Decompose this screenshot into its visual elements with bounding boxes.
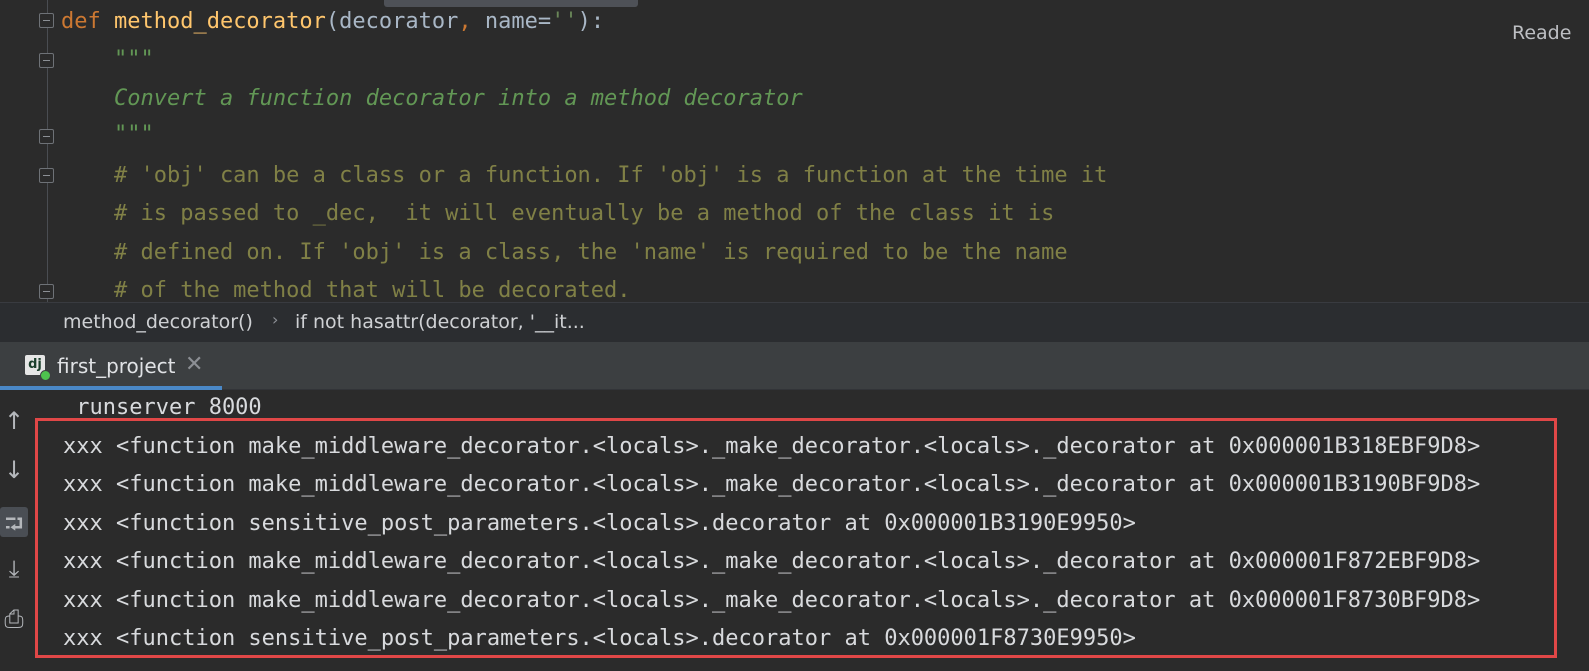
fold-icon[interactable] — [39, 129, 54, 144]
console-line: runserver 8000 — [63, 395, 262, 420]
code-token: method_decorator — [113, 9, 326, 34]
reader-mode-toggle[interactable]: Reade — [1512, 22, 1571, 44]
console-line: xxx <function make_middleware_decorator.… — [63, 472, 1481, 497]
code-line: # is passed to _dec, it will eventually … — [61, 199, 1054, 229]
code-editor[interactable]: def method_decorator(decorator, name='')… — [0, 0, 1589, 302]
soft-wrap-icon[interactable]: ⮒ — [0, 507, 28, 538]
console-line: xxx <function make_middleware_decorator.… — [63, 588, 1481, 613]
run-console[interactable]: ↑ ↓ ⮒ ⤓ ⎙ runserver 8000 xxx <function m… — [0, 390, 1589, 671]
fold-guide — [47, 0, 48, 302]
code-token: """ — [61, 122, 154, 147]
code-token: , — [458, 9, 485, 34]
breadcrumb-separator-icon: › — [272, 310, 279, 329]
code-token: (decorator — [325, 9, 459, 34]
running-status-icon — [40, 370, 51, 381]
console-line: xxx <function sensitive_post_parameters.… — [63, 511, 1136, 536]
code-token: # of the method that will be decorated. — [61, 278, 631, 302]
breadcrumb-item-if[interactable]: if not hasattr(decorator, '__it... — [295, 311, 585, 333]
breadcrumb: method_decorator() › if not hasattr(deco… — [0, 302, 1589, 342]
horizontal-scrollbar-thumb[interactable] — [384, 0, 638, 7]
code-line: # defined on. If 'obj' is a class, the '… — [61, 238, 1068, 268]
code-line: Convert a function decorator into a meth… — [61, 84, 803, 114]
code-token: # 'obj' can be a class or a function. If… — [61, 163, 1108, 188]
tab-first-project[interactable]: dj first_project ✕ — [0, 342, 222, 390]
code-line: # of the method that will be decorated. — [61, 276, 631, 302]
code-token: '' — [551, 9, 578, 34]
code-token: # defined on. If 'obj' is a class, the '… — [61, 240, 1068, 265]
print-icon[interactable]: ⎙ — [0, 605, 28, 635]
arrow-up-icon[interactable]: ↑ — [0, 407, 28, 437]
run-tool-window-header: dj first_project ✕ — [0, 342, 1589, 390]
code-token: """ — [61, 47, 154, 72]
code-token: Convert a function decorator into a meth… — [61, 86, 803, 111]
code-line: """ — [61, 120, 154, 150]
code-line: # 'obj' can be a class or a function. If… — [61, 161, 1107, 191]
tab-label: first_project — [57, 354, 176, 378]
console-line: xxx <function make_middleware_decorator.… — [63, 434, 1481, 459]
scroll-to-end-icon[interactable]: ⤓ — [0, 555, 28, 585]
arrow-down-icon[interactable]: ↓ — [0, 456, 28, 486]
breadcrumb-item-function[interactable]: method_decorator() — [63, 311, 253, 333]
code-token: name= — [484, 9, 552, 34]
fold-icon[interactable] — [39, 53, 54, 68]
code-line: def method_decorator(decorator, name='')… — [61, 7, 604, 37]
code-token: def — [61, 9, 114, 34]
fold-icon[interactable] — [39, 13, 54, 28]
console-line: xxx <function make_middleware_decorator.… — [63, 549, 1481, 574]
console-toolbar: ↑ ↓ ⮒ ⤓ ⎙ — [0, 390, 34, 671]
close-icon[interactable]: ✕ — [185, 352, 203, 377]
fold-icon[interactable] — [39, 168, 54, 183]
code-token: # is passed to _dec, it will eventually … — [61, 201, 1055, 226]
code-token: ): — [577, 9, 605, 34]
fold-icon[interactable] — [39, 284, 54, 299]
console-line: xxx <function sensitive_post_parameters.… — [63, 626, 1136, 651]
code-line: """ — [61, 45, 154, 75]
